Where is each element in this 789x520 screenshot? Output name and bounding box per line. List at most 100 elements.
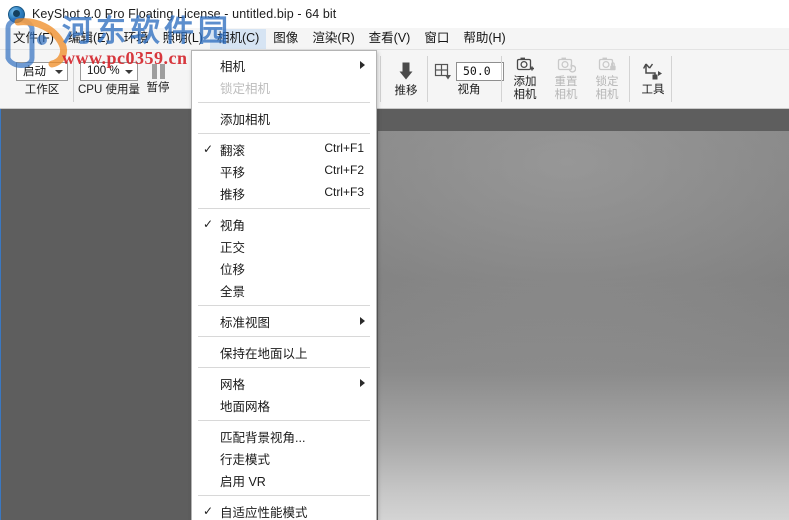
title-bar: KeyShot 9.0 Pro Floating License - untit… [0,0,789,28]
menu-option-panorama[interactable]: 全景 [192,279,376,301]
cpu-cell: 100 % CPU 使用量 [78,50,140,108]
menu-item-file[interactable]: 文件(F) [6,29,61,49]
pause-cell[interactable]: 暂停 [140,50,176,108]
workspace-label: 工作区 [24,83,60,96]
perspective-input[interactable]: 50.0 [456,61,504,81]
menu-option-match-background-perspective[interactable]: 匹配背景视角... [192,425,376,447]
menu-option-pan[interactable]: 平移 Ctrl+F2 [192,160,376,182]
menu-option-label: 平移 [220,165,246,180]
menu-option-perspective[interactable]: ✓ 视角 [192,213,376,235]
menu-option-enable-vr[interactable]: 启用 VR [192,469,376,491]
menu-option-grid[interactable]: 网格 [192,372,376,394]
menu-option-lock-camera: 锁定相机 [192,76,376,98]
menu-option-label: 全景 [220,284,246,299]
toolbar-separator [501,56,502,102]
menu-option-adaptive-performance-mode[interactable]: ✓ 自适应性能模式 [192,500,376,520]
menu-option-add-camera[interactable]: 添加相机 [192,107,376,129]
workspace-value: 启动 [23,66,46,78]
tools-label: 工具 [641,83,665,96]
pause-label: 暂停 [146,81,170,94]
menu-item-edit[interactable]: 编辑(E) [61,29,117,49]
menu-option-label: 自适应性能模式 [220,505,308,520]
perspective-label: 视角 [457,83,481,96]
menu-option-label: 启用 VR [220,474,266,489]
checkmark-icon: ✓ [203,504,214,518]
viewport-left-edge [0,109,1,520]
menu-option-dolly[interactable]: 推移 Ctrl+F3 [192,182,376,204]
perspective-group: 50.0 视角 [433,50,505,108]
menu-option-label: 标准视图 [220,315,271,330]
perspective-row: 50.0 [434,61,504,81]
cpu-usage-label: CPU 使用量 [78,83,140,96]
menu-option-label: 匹配背景视角... [220,430,306,445]
workspace-group: 启动 工作区 [16,50,68,108]
dolly-arrow-icon [396,61,416,82]
menu-separator [198,305,370,306]
menu-option-label: 视角 [220,218,246,233]
lock-camera-label-line1: 锁定 [595,76,619,88]
menu-option-label: 地面网格 [220,399,271,414]
menu-option-ground-grid[interactable]: 地面网格 [192,394,376,416]
menu-option-shortcut: Ctrl+F3 [324,185,364,199]
menu-option-tumble[interactable]: ✓ 翻滚 Ctrl+F1 [192,138,376,160]
menu-item-render[interactable]: 渲染(R) [305,29,361,49]
menu-option-shortcut: Ctrl+F1 [324,141,364,155]
menu-bar: 文件(F) 编辑(E) 环境 照明(L) 相机(C) 图像 渲染(R) 查看(V… [0,28,789,50]
menu-item-window[interactable]: 窗口 [417,29,456,49]
reset-camera-cell: 重置 相机 [546,50,586,108]
camera-reset-icon [557,56,576,73]
menu-option-label: 位移 [220,262,246,277]
menu-item-view[interactable]: 查看(V) [362,29,418,49]
menu-separator [198,133,370,134]
tools-cell[interactable]: 工具 [634,50,672,108]
toolbar-separator [671,56,672,102]
perspective-grid-icon[interactable] [434,63,451,80]
menu-separator [198,336,370,337]
perspective-cell: 50.0 视角 [433,50,505,108]
perspective-value: 50.0 [463,64,491,78]
chevron-right-icon [360,317,365,325]
reset-camera-label-line1: 重置 [554,76,578,88]
menu-item-image[interactable]: 图像 [266,29,305,49]
workspace-select[interactable]: 启动 [16,61,68,81]
dolly-label: 推移 [394,84,418,97]
lock-camera-group: 锁定 相机 [587,50,627,108]
menu-separator [198,102,370,103]
menu-option-label: 保持在地面以上 [220,346,308,361]
toolbar-separator [73,56,74,102]
menu-option-shift[interactable]: 位移 [192,257,376,279]
pause-icon[interactable] [151,63,165,79]
toolbar-separator [427,56,428,102]
viewport-top-band [378,109,789,131]
menu-item-help[interactable]: 帮助(H) [456,29,512,49]
menu-separator [198,495,370,496]
menu-option-label: 翻滚 [220,143,246,158]
menu-item-environment[interactable]: 环境 [117,29,156,49]
menu-option-walkthrough-mode[interactable]: 行走模式 [192,447,376,469]
camera-add-icon [516,56,535,73]
menu-item-lighting[interactable]: 照明(L) [156,29,210,49]
toolbar-separator [380,56,381,102]
cpu-usage-value: 100 % [87,65,120,77]
lock-camera-cell: 锁定 相机 [587,50,627,108]
dolly-cell[interactable]: 推移 [386,50,426,108]
viewport-scene-pane[interactable] [378,109,789,520]
camera-dropdown-menu[interactable]: 相机 锁定相机 添加相机 ✓ 翻滚 Ctrl+F1 平移 Ctrl+F2 推移 … [191,50,377,520]
menu-option-label: 网格 [220,377,246,392]
menu-item-camera[interactable]: 相机(C) [209,28,267,49]
menu-option-standard-views[interactable]: 标准视图 [192,310,376,332]
cpu-usage-select[interactable]: 100 % [80,61,138,81]
render-viewport[interactable] [0,109,789,520]
menu-option-label: 正交 [220,240,246,255]
menu-option-keep-above-ground[interactable]: 保持在地面以上 [192,341,376,363]
menu-option-orthographic[interactable]: 正交 [192,235,376,257]
add-camera-label-line2: 相机 [513,89,537,101]
cpu-group: 100 % CPU 使用量 [78,50,140,108]
menu-option-shortcut: Ctrl+F2 [324,163,364,177]
dolly-group: 推移 [386,50,426,108]
window-title: KeyShot 9.0 Pro Floating License - untit… [32,7,337,21]
checkmark-icon: ✓ [203,142,214,156]
add-camera-cell[interactable]: 添加 相机 [505,50,545,108]
viewport-scene-gradient[interactable] [378,131,789,520]
menu-option-camera[interactable]: 相机 [192,54,376,76]
